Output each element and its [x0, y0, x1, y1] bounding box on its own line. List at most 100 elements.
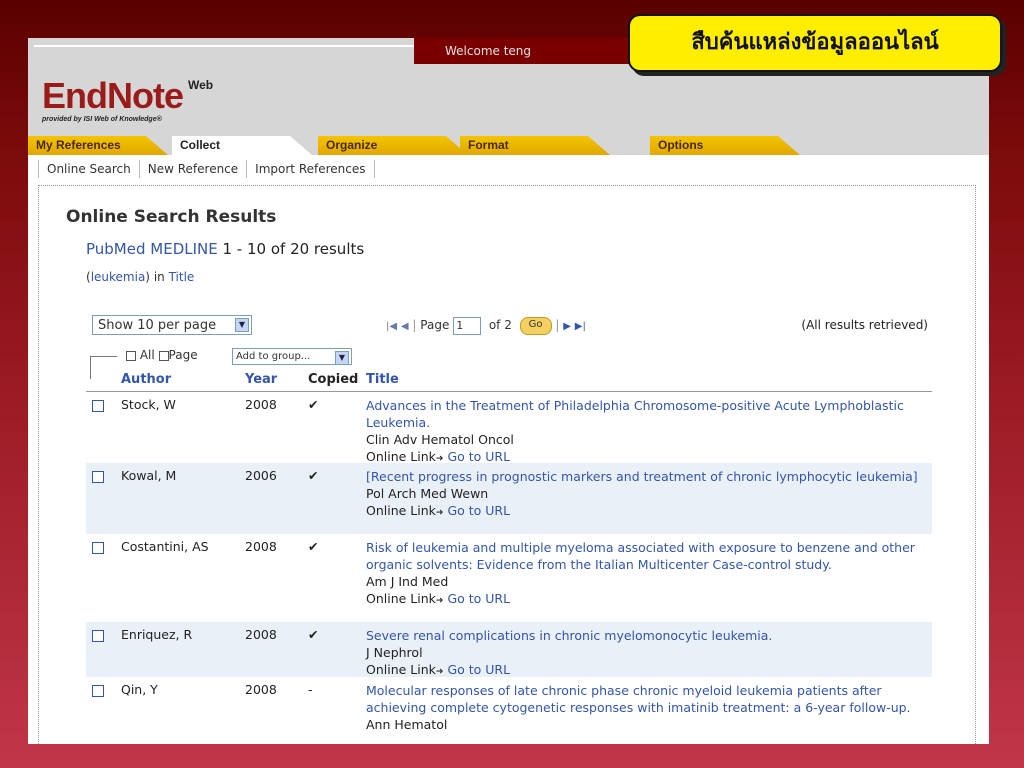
per-page-value: Show 10 per page: [98, 318, 217, 333]
row-checkbox[interactable]: [92, 542, 104, 554]
row-checkbox[interactable]: [92, 400, 104, 412]
go-button[interactable]: Go: [519, 316, 552, 335]
logo-web: Web: [188, 78, 214, 92]
row-year: 2006: [245, 468, 277, 483]
col-year[interactable]: Year: [245, 372, 277, 387]
chevron-down-icon[interactable]: ▼: [235, 318, 249, 332]
row-checkbox[interactable]: [92, 630, 104, 642]
results-range: 1 - 10 of 20 results: [222, 240, 365, 258]
row-title[interactable]: Severe renal complications in chronic my…: [366, 627, 926, 644]
tab-collect[interactable]: Collect: [172, 136, 312, 155]
logo-main: EndNote: [42, 75, 184, 116]
results-controls: Show 10 per page ▼ |◀ ◀ | Page 1 of 2 Go…: [92, 315, 928, 337]
table-row: Stock, W 2008 ✔ Advances in the Treatmen…: [86, 392, 932, 464]
row-link-label: Online Link: [366, 449, 436, 464]
subnav-new-reference[interactable]: New Reference: [138, 160, 246, 178]
per-page-select[interactable]: Show 10 per page ▼: [92, 315, 252, 335]
row-journal: Clin Adv Hematol Oncol: [366, 432, 514, 447]
row-checkbox[interactable]: [92, 685, 104, 697]
total-pages: 2: [504, 318, 512, 332]
table-header: Author Year Copied Title: [86, 371, 932, 392]
subnav-online-search[interactable]: Online Search: [38, 160, 139, 178]
query-field[interactable]: Title: [169, 270, 195, 284]
add-to-group-value: Add to group...: [236, 351, 311, 362]
col-copied: Copied: [308, 372, 359, 387]
results-source: PubMed MEDLINE: [86, 240, 218, 258]
tab-organize[interactable]: Organize: [318, 136, 468, 155]
row-link-label: Online Link: [366, 591, 436, 606]
row-title[interactable]: Advances in the Treatment of Philadelphi…: [366, 397, 926, 431]
row-author: Costantini, AS: [121, 539, 209, 554]
logo-subtitle: provided by ISI Web of Knowledge®: [42, 116, 162, 123]
go-to-url-link[interactable]: Go to URL: [447, 591, 510, 606]
endnote-logo[interactable]: EndNote Web provided by ISI Web of Knowl…: [42, 75, 213, 124]
of-label: of: [488, 318, 501, 332]
check-icon: ✔: [308, 627, 319, 642]
search-query: (leukemia) in Title: [86, 270, 194, 284]
row-title[interactable]: Molecular responses of late chronic phas…: [366, 682, 926, 716]
arrow-right-icon: ➜: [435, 667, 444, 677]
row-year: 2008: [245, 539, 277, 554]
page-label: Page: [420, 318, 450, 332]
all-results-status: (All results retrieved): [801, 318, 928, 332]
subnav: Online Search New Reference Import Referen…: [38, 160, 375, 182]
page-number-input[interactable]: 1: [453, 316, 482, 335]
select-page-checkbox[interactable]: [158, 350, 169, 361]
query-in: in: [153, 270, 165, 284]
row-title[interactable]: Risk of leukemia and multiple myeloma as…: [366, 539, 926, 573]
col-title[interactable]: Title: [366, 372, 399, 387]
row-link-label: Online Link: [366, 503, 436, 518]
check-icon: ✔: [308, 468, 319, 483]
check-icon: ✔: [308, 397, 319, 412]
table-row: Costantini, AS 2008 ✔ Risk of leukemia a…: [86, 534, 932, 622]
add-to-group-select[interactable]: Add to group... ▼: [232, 348, 352, 365]
main-tabs: My References Collect Organize Format Op…: [28, 136, 989, 155]
row-link-label: Online Link: [366, 662, 436, 677]
page-title: Online Search Results: [66, 207, 277, 227]
arrow-right-icon: ➜: [435, 508, 444, 518]
row-copied-status: -: [308, 682, 313, 697]
pagination: |◀ ◀ | Page 1 of 2 Go | ▶ ▶|: [386, 315, 586, 335]
row-author: Stock, W: [121, 397, 176, 412]
prev-page-icon[interactable]: ◀: [401, 321, 409, 332]
row-journal: Ann Hematol: [366, 717, 448, 732]
results-summary: PubMed MEDLINE 1 - 10 of 20 results: [86, 240, 364, 258]
row-year: 2008: [245, 397, 277, 412]
row-journal: J Nephrol: [366, 645, 423, 660]
arrow-right-icon: ➜: [435, 596, 444, 606]
next-page-icon[interactable]: ▶: [563, 321, 571, 332]
header-divider: [34, 45, 414, 47]
tab-options[interactable]: Options: [650, 136, 800, 155]
last-page-icon[interactable]: ▶|: [575, 321, 586, 332]
tab-my-references[interactable]: My References: [28, 136, 168, 155]
table-row: Kowal, M 2006 ✔ [Recent progress in prog…: [86, 463, 932, 534]
first-page-icon[interactable]: |◀: [386, 321, 397, 332]
row-year: 2008: [245, 627, 277, 642]
row-title[interactable]: [Recent progress in prognostic markers a…: [366, 468, 926, 485]
row-year: 2008: [245, 682, 277, 697]
go-to-url-link[interactable]: Go to URL: [447, 449, 510, 464]
subnav-import-references[interactable]: Import References: [246, 160, 375, 178]
row-author: Qin, Y: [121, 682, 158, 697]
callout-box: สืบค้นแหล่งข้อมูลออนไลน์: [628, 14, 1002, 72]
results-table: Stock, W 2008 ✔ Advances in the Treatmen…: [86, 392, 932, 744]
select-all-checkbox[interactable]: [126, 350, 136, 361]
select-page-label: Page: [168, 348, 198, 362]
query-term[interactable]: leukemia: [91, 270, 146, 284]
go-to-url-link[interactable]: Go to URL: [447, 503, 510, 518]
selection-row: All Page Add to group... ▼: [92, 348, 352, 366]
row-journal: Am J Ind Med: [366, 574, 449, 589]
endnote-window: Welcome teng EndNote Web provided by ISI…: [28, 38, 989, 744]
chevron-down-icon[interactable]: ▼: [335, 351, 349, 365]
go-to-url-link[interactable]: Go to URL: [447, 662, 510, 677]
row-checkbox[interactable]: [92, 471, 104, 483]
row-author: Kowal, M: [121, 468, 177, 483]
slide-title: สืบค้นแหล่งข้อมูลออนไลน์: [691, 30, 939, 55]
select-all-label: All: [139, 348, 155, 362]
query-paren-close: ): [145, 270, 150, 284]
col-author[interactable]: Author: [121, 372, 171, 387]
welcome-text: Welcome teng: [445, 44, 532, 58]
tab-format[interactable]: Format: [460, 136, 610, 155]
table-row: Enriquez, R 2008 ✔ Severe renal complica…: [86, 622, 932, 677]
row-author: Enriquez, R: [121, 627, 193, 642]
